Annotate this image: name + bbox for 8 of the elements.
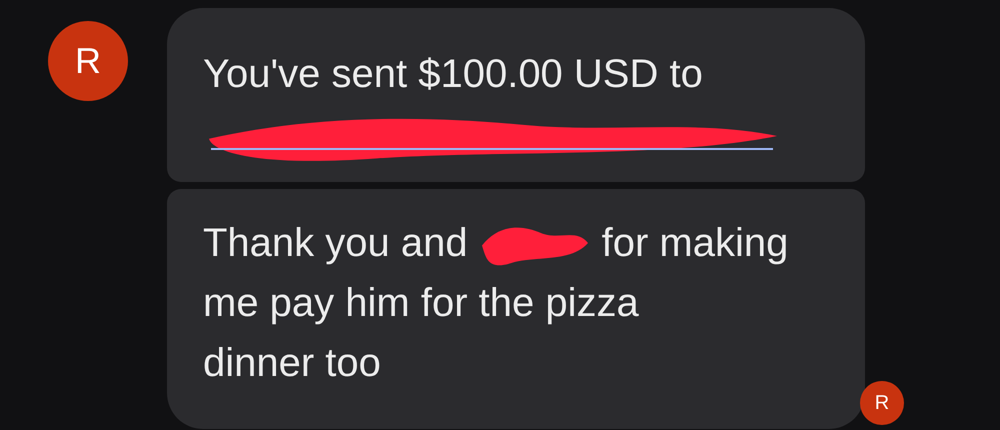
link-underline[interactable] (211, 148, 773, 150)
message-text: Thank you and (203, 220, 468, 267)
read-receipt-avatar: R (860, 381, 904, 425)
message-text: You've sent $100.00 USD to (203, 51, 703, 98)
avatar[interactable]: R (48, 21, 128, 101)
message-text: me pay him for the pizza (203, 280, 639, 327)
message-text: dinner too (203, 340, 381, 387)
message-text: for making (602, 220, 788, 267)
